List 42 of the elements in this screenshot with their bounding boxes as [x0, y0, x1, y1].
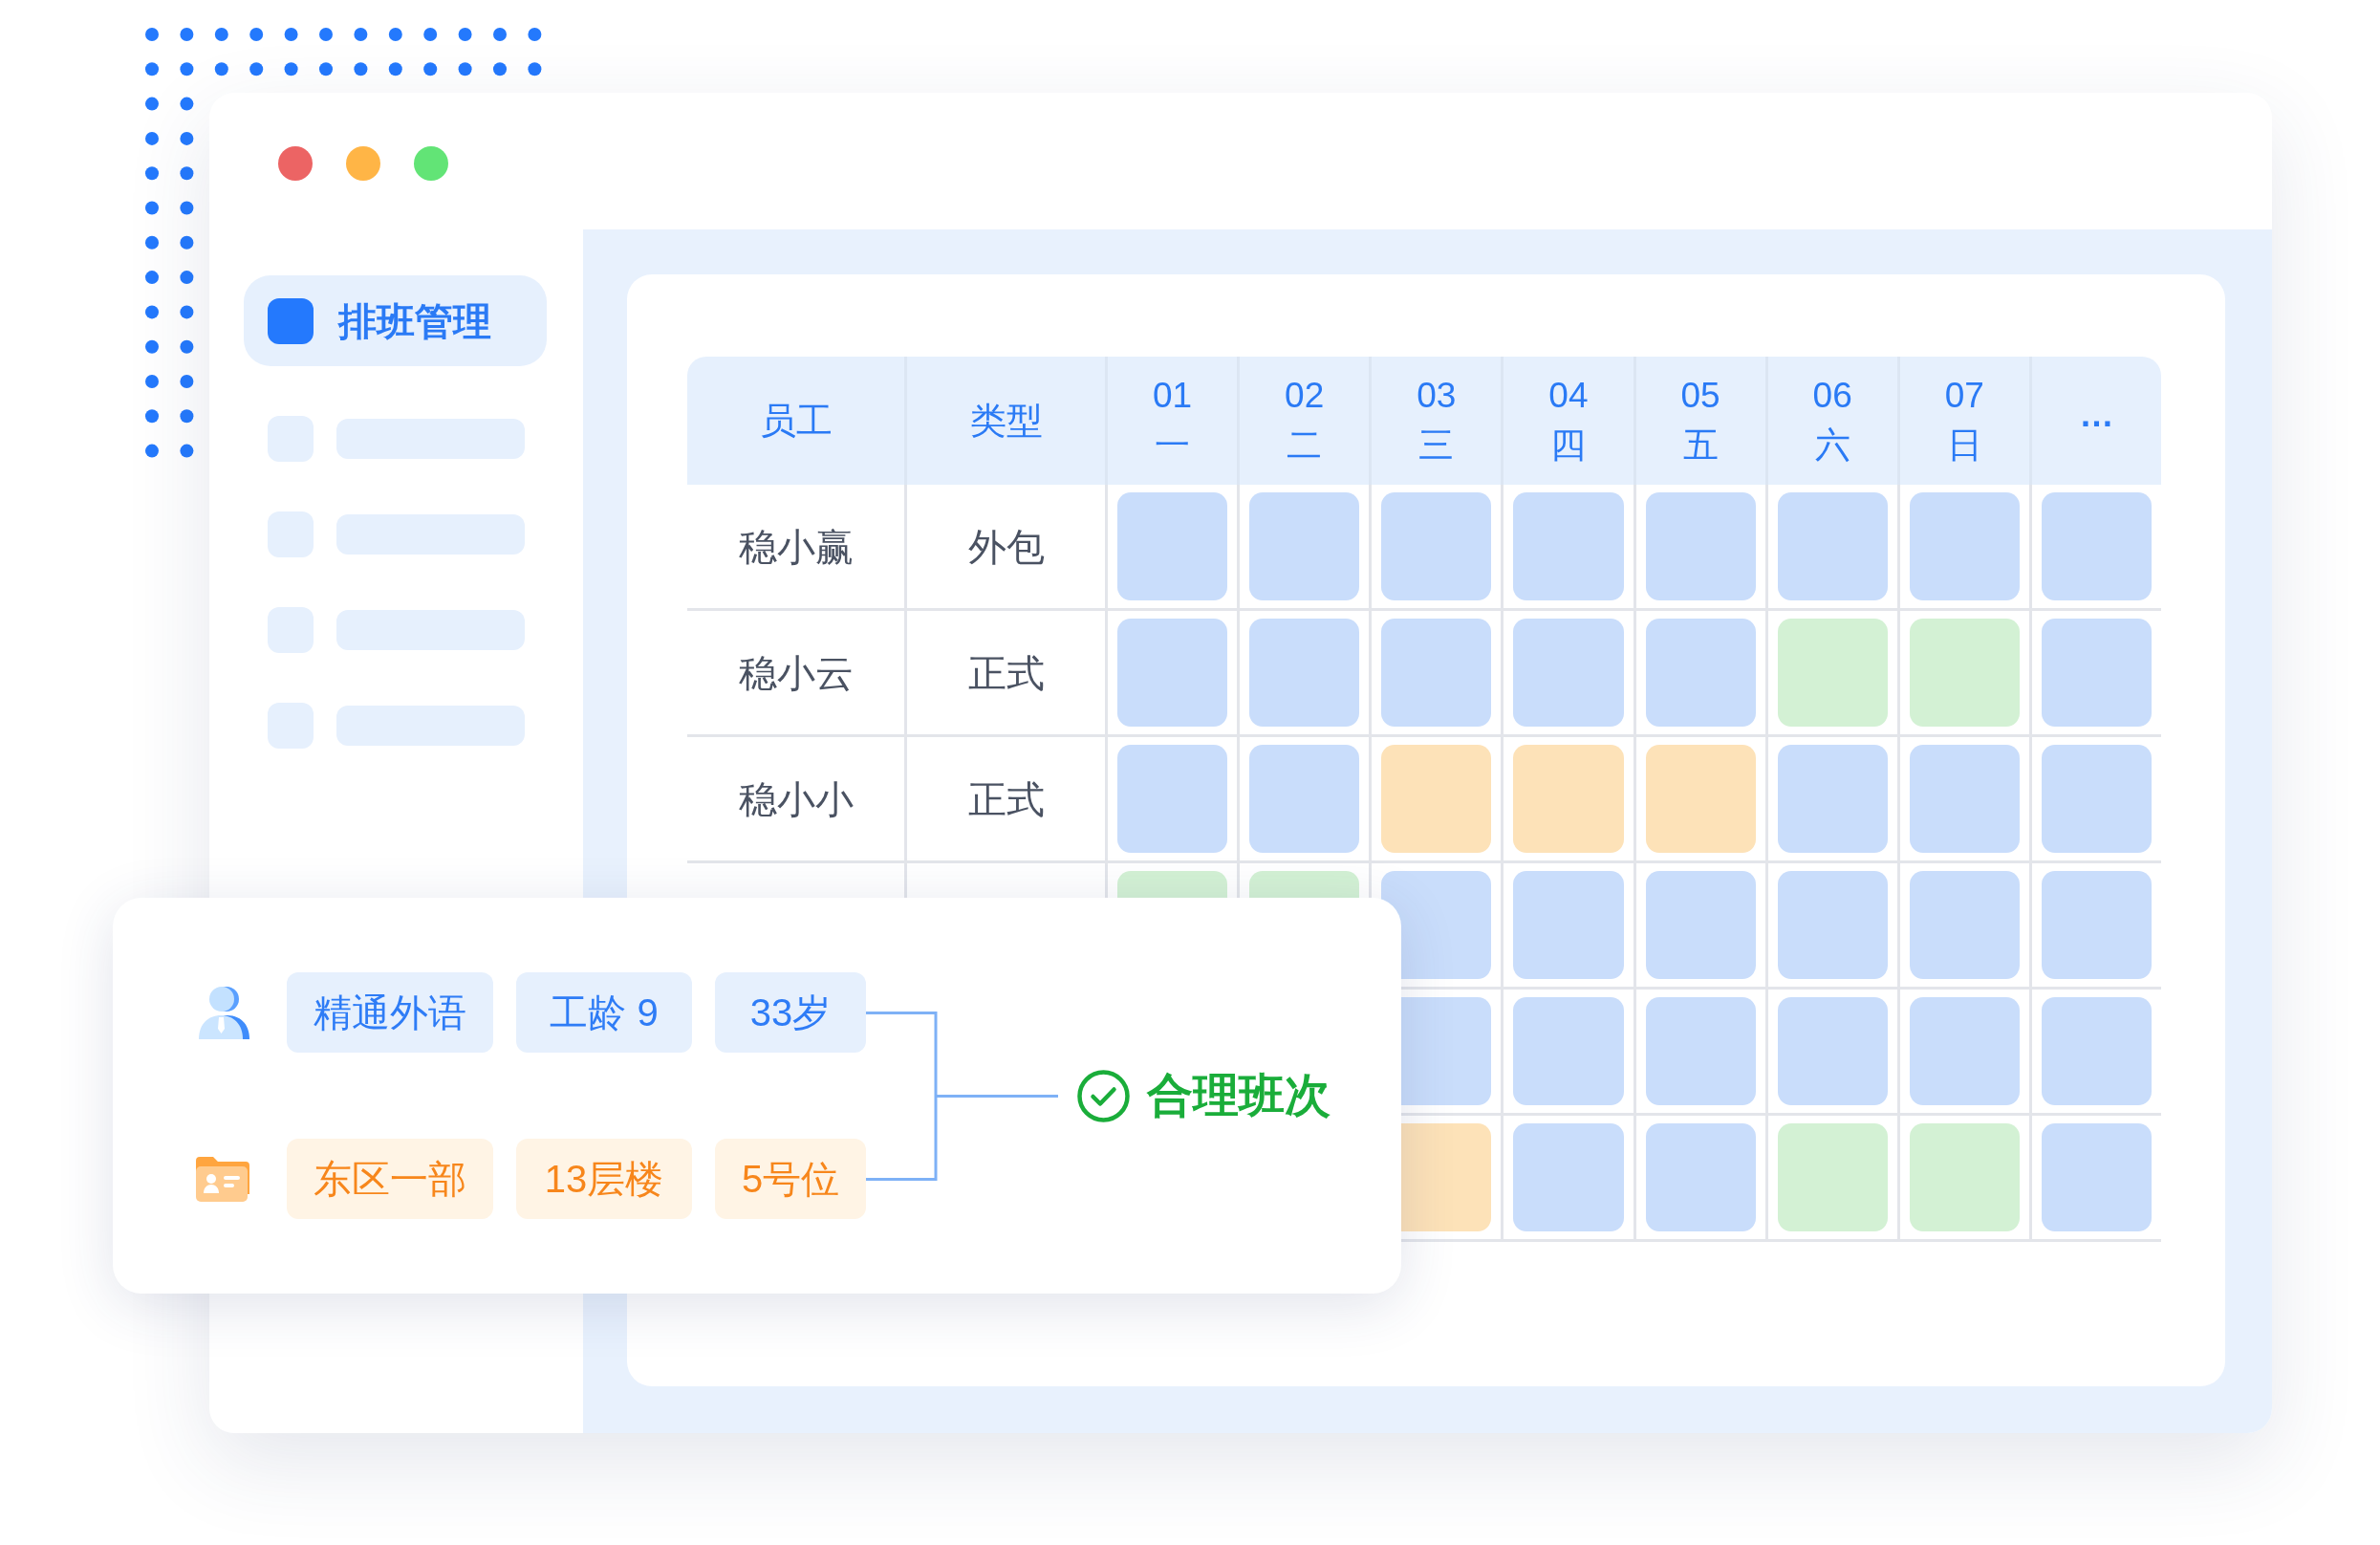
date-label: 01 — [1153, 375, 1193, 417]
attribute-tag: 精通外语 — [287, 972, 493, 1053]
weekday-label: 日 — [1946, 424, 1982, 467]
table-cell: 正式 — [904, 737, 1105, 860]
attribute-tag: 工龄 9 — [516, 972, 692, 1053]
window-control-button[interactable] — [414, 146, 448, 181]
date-label: 02 — [1285, 375, 1325, 417]
attribute-tag: 东区一部 — [287, 1139, 493, 1219]
square-icon — [268, 297, 314, 344]
skeleton-icon — [268, 703, 314, 749]
table-cell-text: 稳小云 — [737, 650, 855, 696]
column-header: 类型 — [904, 357, 1105, 485]
column-header: 员工 — [758, 399, 833, 443]
table-cell: 外包 — [904, 485, 1105, 608]
attribute-tag: 5号位 — [715, 1139, 866, 1219]
sidebar-item[interactable]: 排班管理 — [244, 275, 547, 366]
date-label: 03 — [1417, 375, 1457, 417]
table-cell-text: 稳小赢 — [737, 524, 855, 570]
table-cell-text: 稳小小 — [737, 776, 855, 822]
attribute-tag: 33岁 — [715, 972, 866, 1053]
window-control-button[interactable] — [278, 146, 313, 181]
weekday-label: 三 — [1418, 424, 1455, 467]
more-columns-label: … — [2028, 357, 2161, 485]
attribute-tag: 13层楼 — [516, 1139, 692, 1219]
weekday-label: 四 — [1550, 424, 1587, 467]
date-label: 07 — [1944, 375, 1984, 417]
skeleton-icon — [268, 607, 314, 653]
skeleton-icon — [268, 416, 314, 462]
window-control-button[interactable] — [346, 146, 380, 181]
date-label: 05 — [1680, 375, 1720, 417]
person-icon — [196, 986, 251, 1039]
weekday-label: 一 — [1155, 424, 1191, 467]
date-label: 04 — [1548, 375, 1589, 417]
weekday-label: 二 — [1287, 424, 1323, 467]
check-circle-icon — [1077, 1069, 1130, 1122]
result-label: 合理班次 — [1147, 1069, 1331, 1122]
id-card-icon — [196, 1156, 249, 1202]
weekday-label: 五 — [1682, 424, 1719, 467]
weekday-label: 六 — [1814, 424, 1850, 467]
date-label: 06 — [1812, 375, 1852, 417]
skeleton-icon — [268, 511, 314, 557]
table-cell: 正式 — [904, 611, 1105, 734]
